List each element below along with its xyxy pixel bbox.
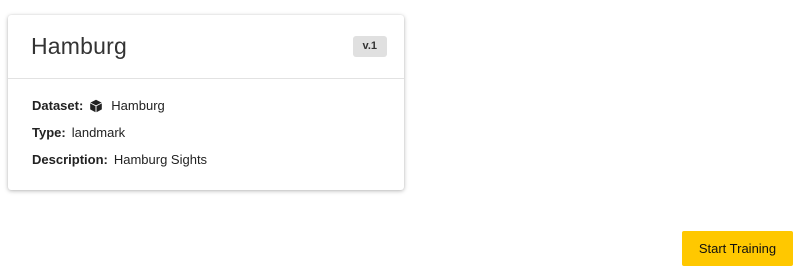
type-label: Type: <box>32 125 66 140</box>
description-row: Description: Hamburg Sights <box>32 151 404 178</box>
page: Hamburg v.1 Dataset: Hamburg Type: landm… <box>0 0 806 280</box>
dataset-row: Dataset: Hamburg <box>32 97 404 124</box>
type-row: Type: landmark <box>32 124 404 151</box>
card-header: Hamburg v.1 <box>8 15 404 79</box>
card-title: Hamburg <box>31 33 127 59</box>
dataset-value: Hamburg <box>111 98 165 113</box>
description-value: Hamburg Sights <box>113 152 208 167</box>
type-value: landmark <box>71 125 126 140</box>
cube-icon <box>89 99 103 113</box>
dataset-label: Dataset: <box>32 98 84 113</box>
card-body: Dataset: Hamburg Type: landmark Descript… <box>8 79 404 178</box>
start-training-button[interactable]: Start Training <box>682 231 793 266</box>
version-badge: v.1 <box>352 36 387 57</box>
description-label: Description: <box>32 152 108 167</box>
model-card: Hamburg v.1 Dataset: Hamburg Type: landm… <box>8 15 404 190</box>
